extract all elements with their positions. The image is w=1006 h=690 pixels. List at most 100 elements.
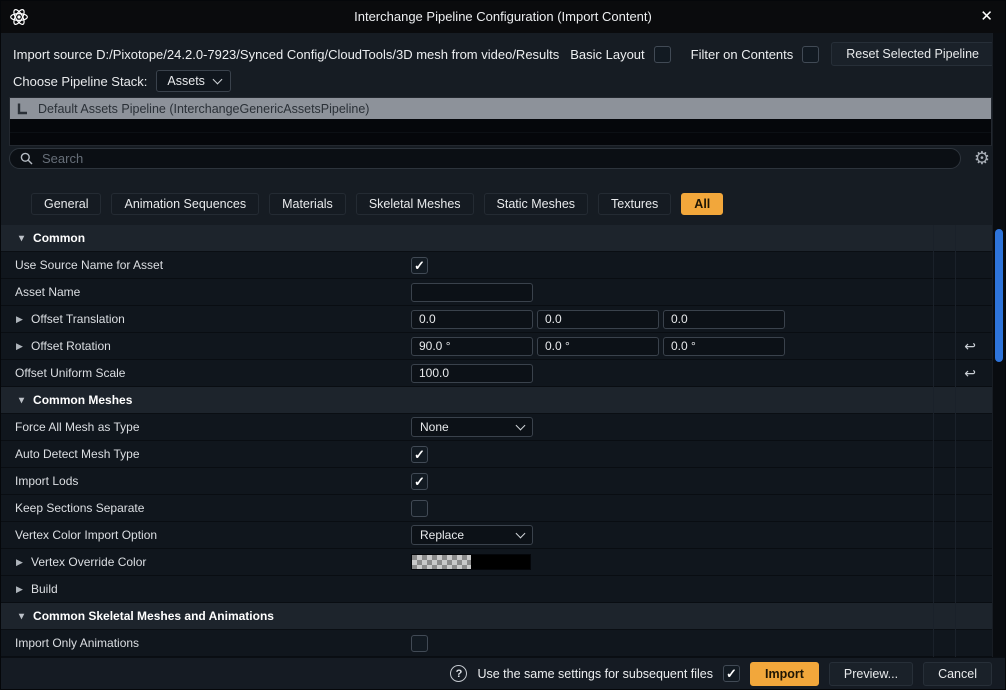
expand-arrow-icon[interactable] [16, 333, 23, 359]
section-title: Common Skeletal Meshes and Animations [33, 609, 274, 623]
property-label: Offset Uniform Scale [15, 360, 125, 386]
selected-value: Replace [420, 528, 464, 542]
row-use-source-name: Use Source Name for Asset [1, 252, 992, 279]
basic-layout-checkbox[interactable] [654, 46, 671, 63]
tab-all[interactable]: All [681, 193, 723, 215]
offset-rotation-x-input[interactable] [411, 337, 533, 356]
close-icon[interactable]: ✕ [980, 1, 993, 33]
tab-general[interactable]: General [31, 193, 101, 215]
row-offset-rotation: Offset Rotation [1, 333, 992, 360]
property-label: Keep Sections Separate [15, 495, 144, 521]
pipeline-stack-value: Assets [167, 74, 205, 88]
row-keep-sections-separate: Keep Sections Separate [1, 495, 992, 522]
basic-layout-label: Basic Layout [570, 47, 644, 62]
collapse-arrow-icon[interactable] [19, 611, 24, 622]
expand-arrow-icon[interactable] [16, 576, 23, 602]
section-header-common[interactable]: Common [1, 225, 992, 252]
title-bar: Interchange Pipeline Configuration (Impo… [1, 1, 1005, 33]
column-separator [933, 225, 934, 657]
scrollbar-thumb[interactable] [995, 229, 1003, 362]
auto-detect-mesh-type-checkbox[interactable] [411, 446, 428, 463]
property-label: Asset Name [15, 279, 80, 305]
tab-animation-sequences[interactable]: Animation Sequences [111, 193, 259, 215]
offset-uniform-scale-input[interactable] [411, 364, 533, 383]
row-build: Build [1, 576, 992, 603]
row-offset-translation: Offset Translation [1, 306, 992, 333]
tab-static-meshes[interactable]: Static Meshes [484, 193, 589, 215]
chevron-down-icon [212, 74, 222, 84]
search-bar [9, 148, 961, 169]
section-header-common-meshes[interactable]: Common Meshes [1, 387, 992, 414]
interchange-pipeline-dialog: Interchange Pipeline Configuration (Impo… [0, 0, 1006, 690]
filter-on-contents-checkbox[interactable] [802, 46, 819, 63]
use-source-name-checkbox[interactable] [411, 257, 428, 274]
row-asset-name: Asset Name [1, 279, 992, 306]
section-title: Common Meshes [33, 393, 132, 407]
import-lods-checkbox[interactable] [411, 473, 428, 490]
footer-actions: ? Use the same settings for subsequent f… [450, 662, 992, 686]
pipeline-name: Default Assets Pipeline (InterchangeGene… [38, 102, 369, 116]
vertical-scrollbar[interactable] [992, 33, 1005, 657]
window-title: Interchange Pipeline Configuration (Impo… [1, 1, 1005, 33]
row-auto-detect-mesh-type: Auto Detect Mesh Type [1, 441, 992, 468]
chevron-down-icon [516, 528, 526, 538]
settings-gear-icon[interactable]: ⚙ [974, 147, 990, 170]
selected-value: None [420, 420, 449, 434]
preview-button[interactable]: Preview... [829, 662, 913, 686]
row-force-all-mesh-as-type: Force All Mesh as Type None [1, 414, 992, 441]
subsequent-files-checkbox[interactable] [723, 665, 740, 682]
pipeline-icon [16, 102, 29, 115]
reset-to-default-icon[interactable] [964, 333, 976, 359]
tab-materials[interactable]: Materials [269, 193, 346, 215]
color-alpha-checker [412, 555, 471, 569]
pipeline-stack-dropdown[interactable]: Assets [156, 70, 231, 92]
property-label: Force All Mesh as Type [15, 414, 140, 440]
property-label: Import Only Animations [15, 630, 139, 656]
offset-translation-z-input[interactable] [663, 310, 785, 329]
category-tabs: General Animation Sequences Materials Sk… [31, 193, 723, 215]
reset-to-default-icon[interactable] [964, 360, 976, 386]
import-only-animations-checkbox[interactable] [411, 635, 428, 652]
import-source-text: Import source D:/Pixotope/24.2.0-7923/Sy… [13, 47, 559, 62]
section-title: Common [33, 231, 85, 245]
properties-panel: Common Use Source Name for Asset Asset N… [1, 225, 992, 657]
row-import-lods: Import Lods [1, 468, 992, 495]
section-header-common-skeletal[interactable]: Common Skeletal Meshes and Animations [1, 603, 992, 630]
help-icon[interactable]: ? [450, 665, 467, 682]
pipeline-stack-row: Choose Pipeline Stack: Assets [13, 69, 231, 93]
reset-selected-pipeline-button[interactable]: Reset Selected Pipeline [831, 42, 994, 66]
vertex-color-import-option-select[interactable]: Replace [411, 525, 533, 545]
collapse-arrow-icon[interactable] [19, 233, 24, 244]
property-label: Offset Translation [31, 306, 125, 332]
tab-textures[interactable]: Textures [598, 193, 671, 215]
offset-translation-y-input[interactable] [537, 310, 659, 329]
row-vertex-color-import-option: Vertex Color Import Option Replace [1, 522, 992, 549]
offset-translation-x-input[interactable] [411, 310, 533, 329]
keep-sections-separate-checkbox[interactable] [411, 500, 428, 517]
tab-skeletal-meshes[interactable]: Skeletal Meshes [356, 193, 474, 215]
expand-arrow-icon[interactable] [16, 306, 23, 332]
footer-bar: ? Use the same settings for subsequent f… [1, 657, 1005, 689]
force-all-mesh-as-type-select[interactable]: None [411, 417, 533, 437]
collapse-arrow-icon[interactable] [19, 395, 24, 406]
toolbar-options: Basic Layout Filter on Contents Reset Se… [570, 42, 994, 66]
search-input[interactable] [40, 150, 950, 167]
subsequent-files-label: Use the same settings for subsequent fil… [477, 667, 713, 681]
pipeline-list: Default Assets Pipeline (InterchangeGene… [9, 97, 992, 146]
property-label: Vertex Color Import Option [15, 522, 157, 548]
expand-arrow-icon[interactable] [16, 549, 23, 575]
row-import-only-animations: Import Only Animations [1, 630, 992, 657]
search-icon [20, 152, 33, 165]
offset-rotation-y-input[interactable] [537, 337, 659, 356]
property-label: Auto Detect Mesh Type [15, 441, 140, 467]
vertex-override-color-swatch[interactable] [411, 554, 531, 570]
property-label: Build [31, 576, 58, 602]
offset-rotation-z-input[interactable] [663, 337, 785, 356]
asset-name-input[interactable] [411, 283, 533, 302]
pipeline-list-empty-area[interactable] [10, 119, 991, 145]
pipeline-list-selected-row[interactable]: Default Assets Pipeline (InterchangeGene… [10, 98, 991, 119]
row-offset-uniform-scale: Offset Uniform Scale [1, 360, 992, 387]
property-label: Offset Rotation [31, 333, 111, 359]
import-button[interactable]: Import [750, 662, 819, 686]
cancel-button[interactable]: Cancel [923, 662, 992, 686]
